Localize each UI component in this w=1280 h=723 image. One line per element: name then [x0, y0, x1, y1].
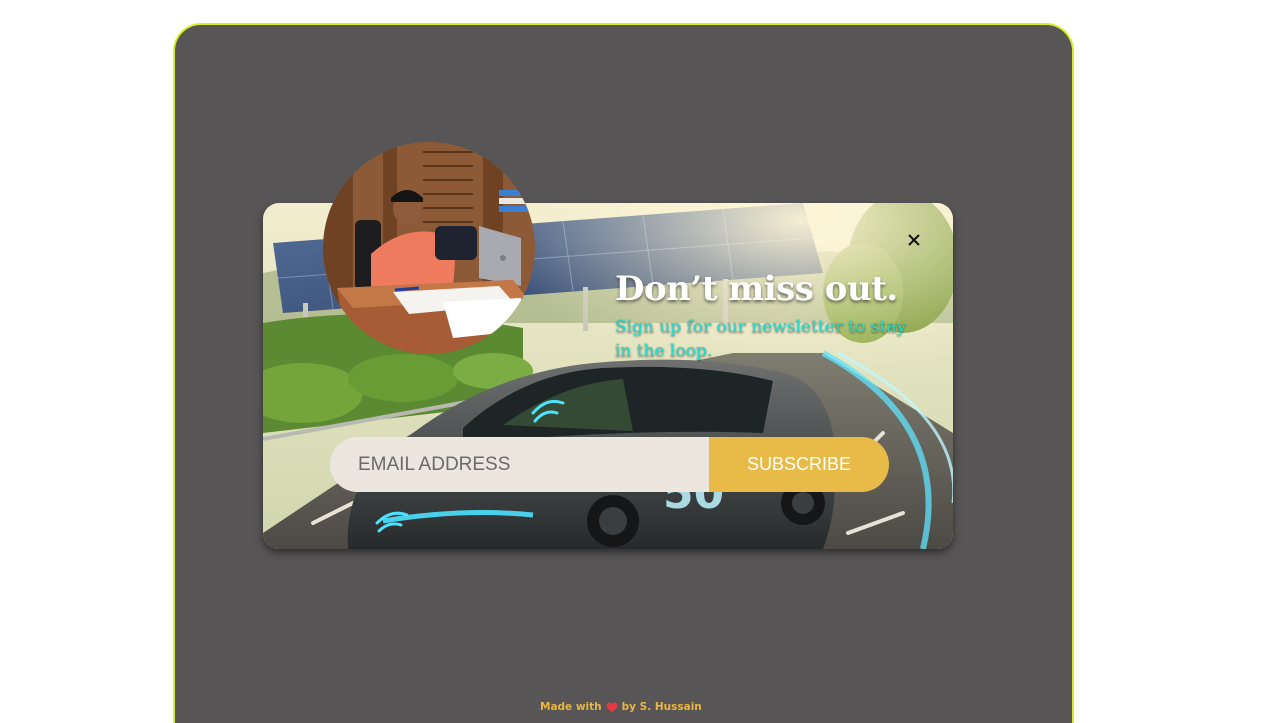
avatar — [323, 142, 535, 354]
footer-credit: Made with by S. Hussain — [540, 701, 702, 713]
footer-made-with: Made with — [540, 701, 602, 713]
close-button[interactable] — [903, 229, 925, 251]
popup-subtext: Sign up for our newsletter to stay in th… — [615, 317, 907, 361]
subscribe-button[interactable]: SUBSCRIBE — [709, 437, 889, 492]
email-field[interactable] — [330, 437, 709, 492]
close-icon — [908, 234, 920, 246]
footer-author: by S. Hussain — [621, 701, 702, 713]
popup-headline: Don’t miss out. — [615, 269, 898, 309]
heart-icon — [606, 702, 618, 712]
